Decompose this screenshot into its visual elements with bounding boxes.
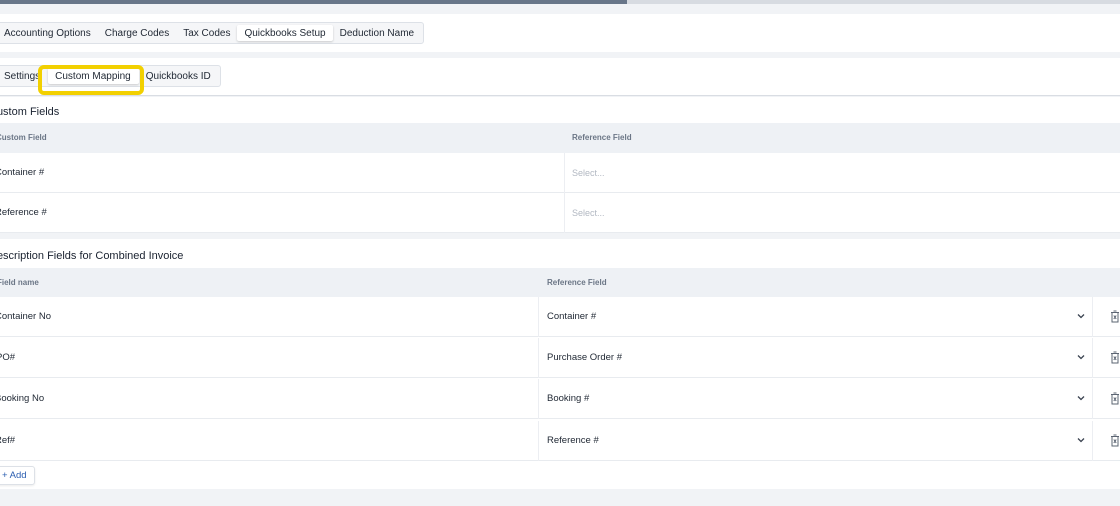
chevron-down-icon[interactable] — [1076, 435, 1086, 445]
column-divider — [564, 153, 565, 193]
reference-field-column-header: Reference Field — [572, 133, 632, 142]
table-row: Reference # Select... — [0, 193, 1120, 233]
field-name: PO# — [0, 352, 16, 363]
tab-quickbooks-setup[interactable]: Quickbooks Setup — [237, 25, 333, 41]
sub-tab-group: Settings Custom Mapping Quickbooks ID — [0, 65, 221, 87]
tab-charge-codes[interactable]: Charge Codes — [98, 25, 176, 41]
main-tabs-bar: Accounting Options Charge Codes Tax Code… — [0, 14, 1120, 52]
chevron-down-icon[interactable] — [1076, 393, 1086, 403]
custom-fields-header: Custom Field Reference Field — [0, 123, 1120, 153]
reference-field-select[interactable]: Booking # — [547, 379, 1092, 419]
field-name: Container No — [0, 311, 51, 322]
trash-icon[interactable] — [1110, 351, 1120, 364]
table-row: PO# Purchase Order # — [0, 338, 1120, 378]
field-name-column-header: Field name — [0, 278, 39, 287]
reference-field-select[interactable]: Purchase Order # — [547, 338, 1092, 378]
tab-tax-codes[interactable]: Tax Codes — [176, 25, 237, 41]
reference-field-column-header: Reference Field — [547, 278, 607, 287]
tab-accounting-options[interactable]: Accounting Options — [0, 25, 98, 41]
column-divider — [1092, 297, 1093, 337]
page-footer-strip — [0, 496, 1120, 506]
column-divider — [564, 193, 565, 233]
reference-field-select[interactable]: Container # — [547, 297, 1092, 337]
custom-field-name: Container # — [0, 167, 45, 178]
table-row: Container No Container # — [0, 297, 1120, 337]
column-divider — [1092, 379, 1093, 419]
trash-icon[interactable] — [1110, 434, 1120, 447]
column-divider — [1092, 338, 1093, 378]
column-divider — [538, 297, 539, 337]
custom-field-column-header: Custom Field — [0, 133, 47, 142]
page-progress-fill — [0, 0, 628, 4]
tab-settings[interactable]: Settings — [0, 68, 48, 84]
sub-tabs-bar: Settings Custom Mapping Quickbooks ID — [0, 58, 1120, 96]
field-name: Booking No — [0, 393, 45, 404]
chevron-down-icon[interactable] — [1076, 311, 1086, 321]
custom-fields-title: Custom Fields — [0, 106, 60, 118]
chevron-down-icon[interactable] — [1076, 352, 1086, 362]
reference-field-select[interactable]: Select... — [572, 153, 1112, 193]
table-row: Container # Select... — [0, 153, 1120, 193]
trash-icon[interactable] — [1110, 392, 1120, 405]
trash-icon[interactable] — [1110, 310, 1120, 323]
main-tab-group: Accounting Options Charge Codes Tax Code… — [0, 22, 425, 44]
table-row: Ref# Reference # — [0, 421, 1120, 461]
column-divider — [538, 338, 539, 378]
custom-field-name: Reference # — [0, 207, 47, 218]
field-name: Ref# — [0, 435, 16, 446]
column-divider — [538, 421, 539, 461]
tab-quickbooks-id[interactable]: Quickbooks ID — [139, 68, 218, 84]
reference-field-select[interactable]: Reference # — [547, 421, 1092, 461]
description-fields-title: Description Fields for Combined Invoice — [0, 250, 184, 262]
add-field-button[interactable]: + Add — [0, 466, 35, 485]
tab-deduction-name[interactable]: Deduction Name — [333, 25, 421, 41]
table-row: Booking No Booking # — [0, 379, 1120, 419]
column-divider — [538, 379, 539, 419]
column-divider — [1092, 421, 1093, 461]
reference-field-select[interactable]: Select... — [572, 193, 1112, 233]
page-progress-bar — [0, 0, 1120, 4]
description-fields-header: Field name Reference Field — [0, 268, 1120, 298]
tab-custom-mapping[interactable]: Custom Mapping — [48, 68, 139, 84]
